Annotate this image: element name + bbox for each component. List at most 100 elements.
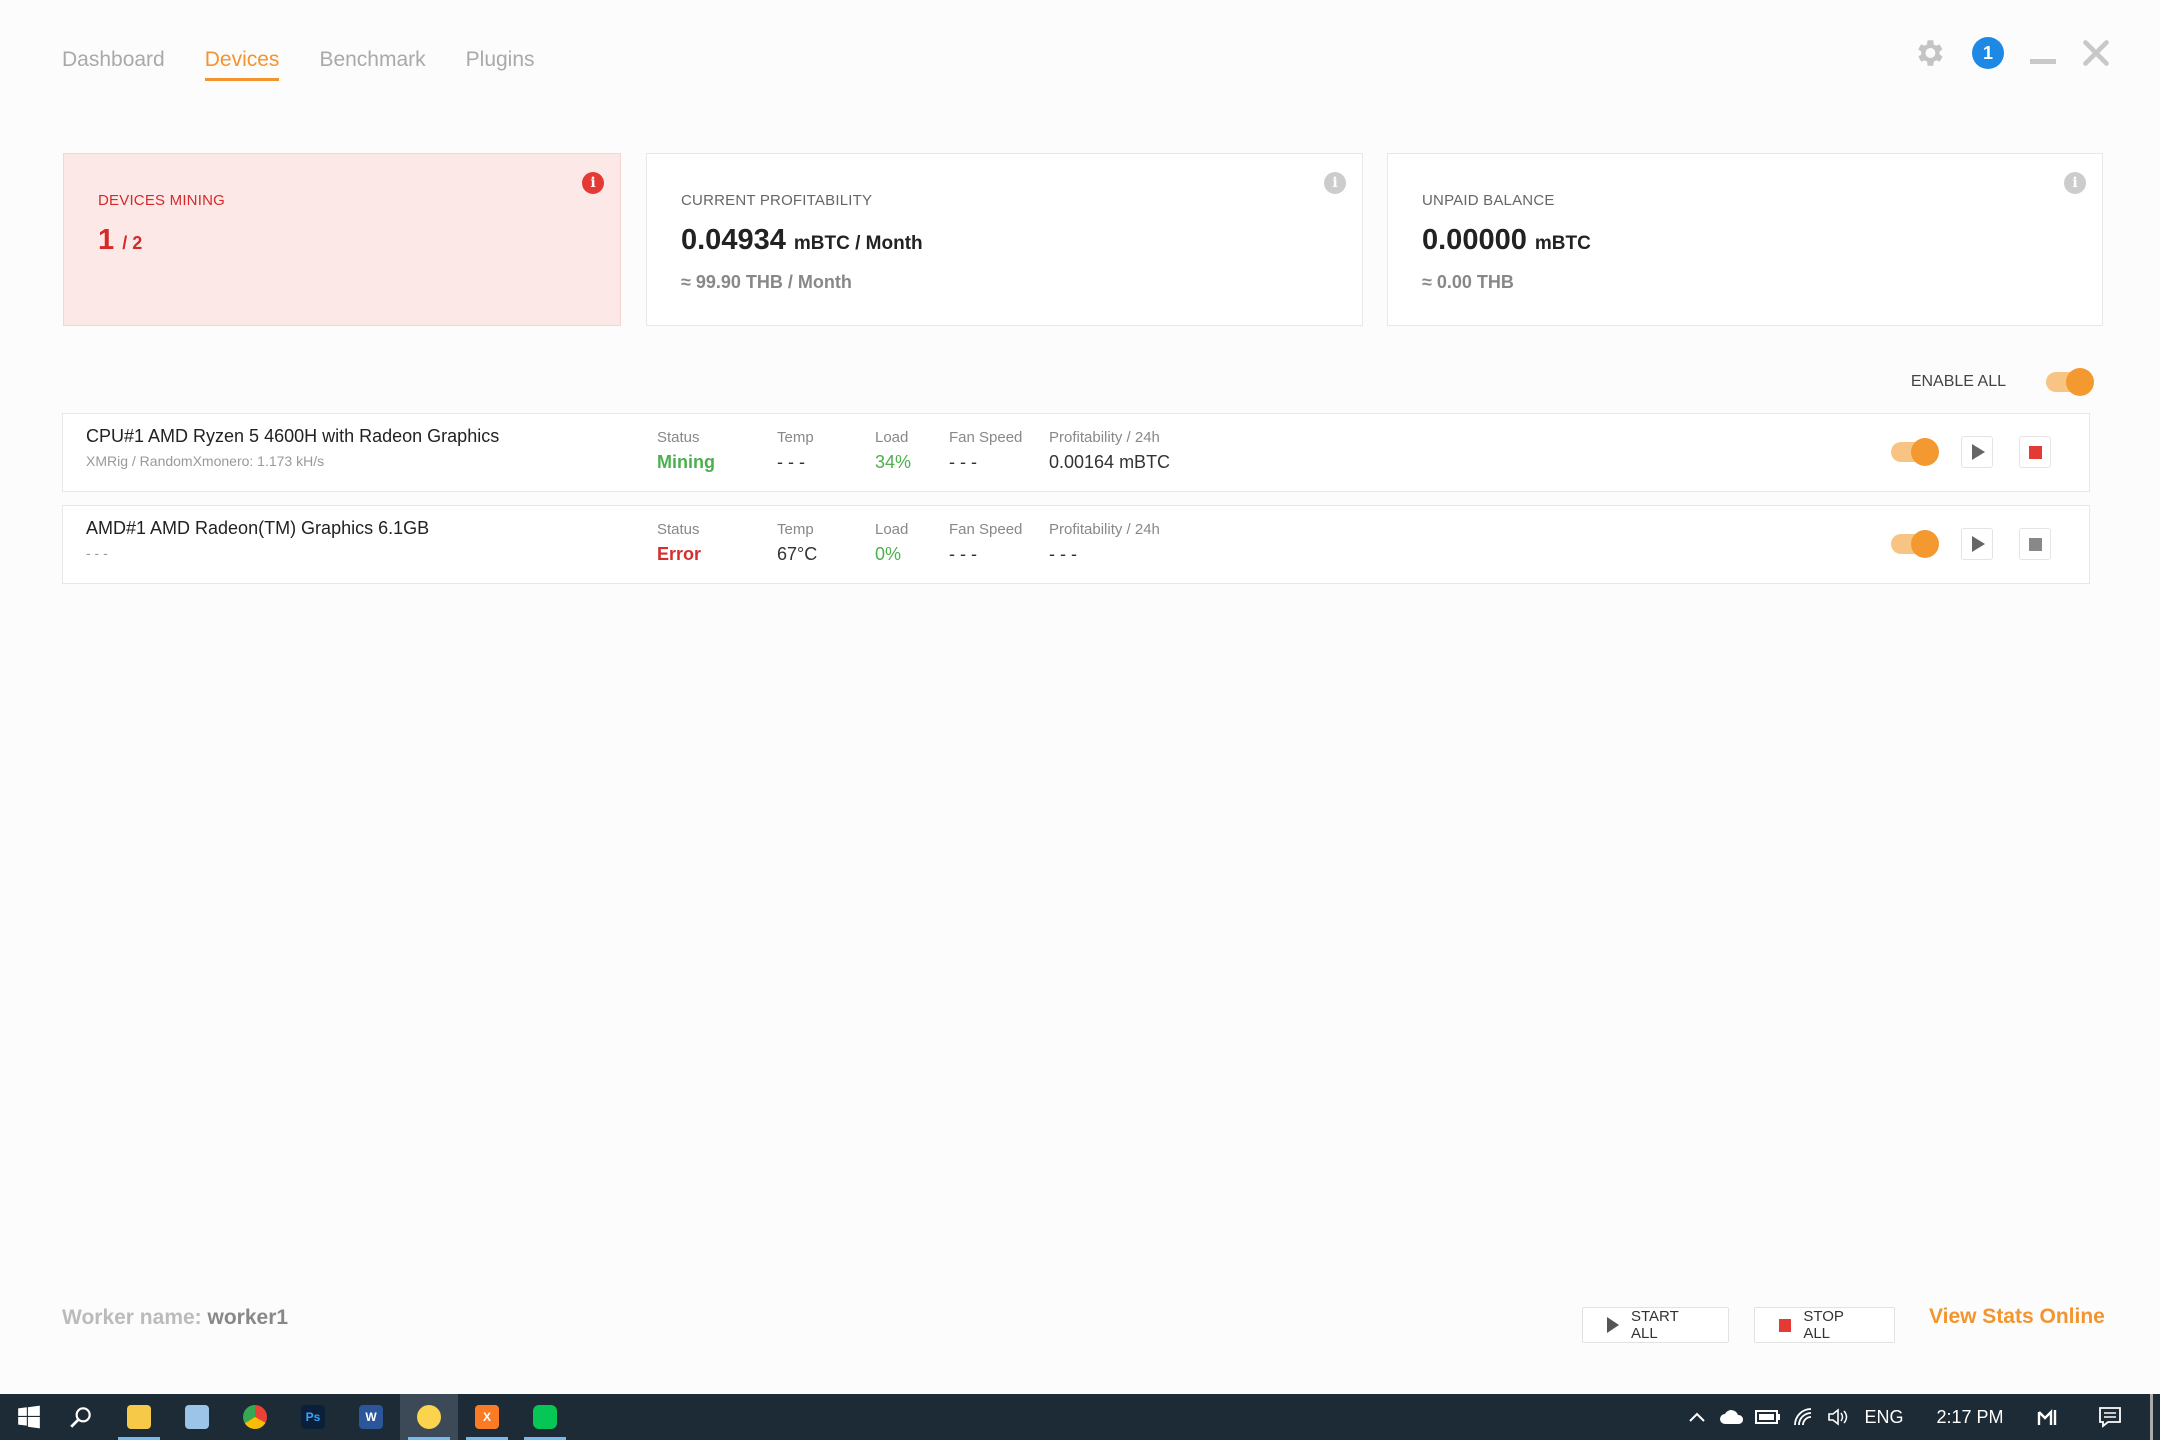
fan-column: Fan Speed - - - [949,429,1022,473]
profitability-value: 0.04934 mBTC / Month [681,224,923,257]
load-label: Load [875,521,909,538]
xampp-icon[interactable]: X [458,1394,516,1440]
tab-benchmark[interactable]: Benchmark [319,48,425,81]
temp-label: Temp [777,429,814,446]
magnifier-icon [70,1407,91,1428]
temp-value: - - - [777,452,805,472]
play-icon [1972,536,1985,552]
tab-plugins[interactable]: Plugins [466,48,535,81]
temp-column: Temp 67°C [777,521,817,565]
fan-label: Fan Speed [949,521,1023,538]
devices-mining-value: 1 / 2 [98,224,142,257]
stop-icon [2028,537,2042,551]
device-algorithm: - - - [86,545,108,561]
taskbar: Ps W X ENG 2:17 PM [0,1394,2160,1440]
stop-device-button[interactable] [2019,436,2051,468]
stop-all-button[interactable]: STOP ALL [1754,1307,1895,1343]
load-column: Load 34% [875,429,911,473]
start-device-button[interactable] [1961,528,1993,560]
word-logo-icon: W [359,1405,383,1429]
nicehash-icon[interactable] [400,1394,458,1440]
word-icon[interactable]: W [342,1394,400,1440]
battery-shape-icon [1755,1410,1780,1424]
balance-unit: mBTC [1534,233,1591,254]
stop-all-label: STOP ALL [1803,1308,1844,1342]
xampp-logo-icon: X [475,1405,499,1429]
enable-all-label: ENABLE ALL [1910,373,2006,390]
worker-name-value: worker1 [207,1306,289,1329]
device-row: AMD#1 AMD Radeon(TM) Graphics 6.1GB - - … [62,505,2090,584]
windows-logo-icon [18,1405,40,1429]
close-icon[interactable] [2082,39,2110,67]
play-icon [1607,1317,1619,1333]
view-stats-online-link[interactable]: View Stats Online [1929,1305,2105,1329]
devices-mining-count: 1 [98,224,115,256]
profitability-fiat: ≈ 99.90 THB / Month [681,272,852,292]
status-column: Status Error [657,521,701,565]
stop-device-button[interactable] [2019,528,2051,560]
file-explorer-icon[interactable] [110,1394,168,1440]
fan-value: - - - [949,544,977,564]
folder-icon [127,1405,151,1429]
device-row: CPU#1 AMD Ryzen 5 4600H with Radeon Grap… [62,413,2090,492]
device-name: CPU#1 AMD Ryzen 5 4600H with Radeon Grap… [86,426,500,446]
fan-label: Fan Speed [949,429,1023,446]
temp-value: 67°C [777,544,818,564]
language-indicator[interactable]: ENG [1862,1394,1906,1440]
tab-devices[interactable]: Devices [204,48,280,81]
notepad-icon[interactable] [168,1394,226,1440]
wifi-icon[interactable] [1788,1394,1820,1440]
info-icon[interactable]: i [2064,172,2086,194]
profit-value: 0.00164 mBTC [1049,452,1171,472]
volume-icon[interactable] [1822,1394,1854,1440]
fan-column: Fan Speed - - - [949,521,1022,565]
start-device-button[interactable] [1961,436,1993,468]
onedrive-icon[interactable] [1716,1394,1748,1440]
notification-badge[interactable]: 1 [1972,37,2004,69]
profit-column: Profitability / 24h - - - [1049,521,1160,565]
devices-mining-total: / 2 [122,233,143,253]
clock[interactable]: 2:17 PM [1920,1394,2020,1440]
profit-label: Profitability / 24h [1049,429,1160,446]
search-icon[interactable] [52,1394,110,1440]
device-actions [1891,528,2051,560]
device-name: AMD#1 AMD Radeon(TM) Graphics 6.1GB [86,518,430,538]
line-icon[interactable] [516,1394,574,1440]
status-column: Status Mining [657,429,715,473]
tab-dashboard[interactable]: Dashboard [62,48,165,81]
meet-now-icon[interactable] [2030,1394,2064,1440]
profitability-card: CURRENT PROFITABILITY 0.04934 mBTC / Mon… [646,153,1363,326]
toggle-knob [1911,530,1939,558]
device-enable-toggle[interactable] [1891,530,1939,558]
info-icon[interactable]: i [1324,172,1346,194]
enable-all-toggle[interactable] [2046,368,2094,396]
chrome-icon[interactable] [226,1394,284,1440]
minimize-icon[interactable] [2030,58,2056,64]
gear-icon[interactable] [1912,36,1946,70]
start-all-button[interactable]: START ALL [1582,1307,1729,1343]
show-desktop-button[interactable] [2150,1394,2153,1440]
devices-mining-label: DEVICES MINING [98,192,225,209]
speaker-icon [1828,1408,1848,1426]
top-nav: Dashboard Devices Benchmark Plugins [62,48,535,81]
profitability-unit: mBTC / Month [793,233,923,254]
photoshop-icon[interactable]: Ps [284,1394,342,1440]
app-window: Dashboard Devices Benchmark Plugins 1 DE… [0,0,2160,1394]
cloud-icon [1720,1410,1744,1424]
battery-icon[interactable] [1752,1394,1784,1440]
chevron-up-icon[interactable] [1682,1394,1712,1440]
load-column: Load 0% [875,521,908,565]
action-center-icon[interactable] [2090,1394,2130,1440]
worker-name: Worker name: worker1 [62,1306,288,1330]
wifi-signal-icon [1794,1408,1812,1426]
windows-start-icon[interactable] [0,1394,58,1440]
toggle-knob [1911,438,1939,466]
chrome-logo-icon [243,1405,267,1429]
temp-label: Temp [777,521,814,538]
profitability-label: CURRENT PROFITABILITY [681,192,873,209]
balance-label: UNPAID BALANCE [1422,192,1555,209]
status-label: Status [657,521,700,538]
device-enable-toggle[interactable] [1891,438,1939,466]
enable-all-row: ENABLE ALL [1910,368,2094,396]
info-icon[interactable]: i [582,172,604,194]
